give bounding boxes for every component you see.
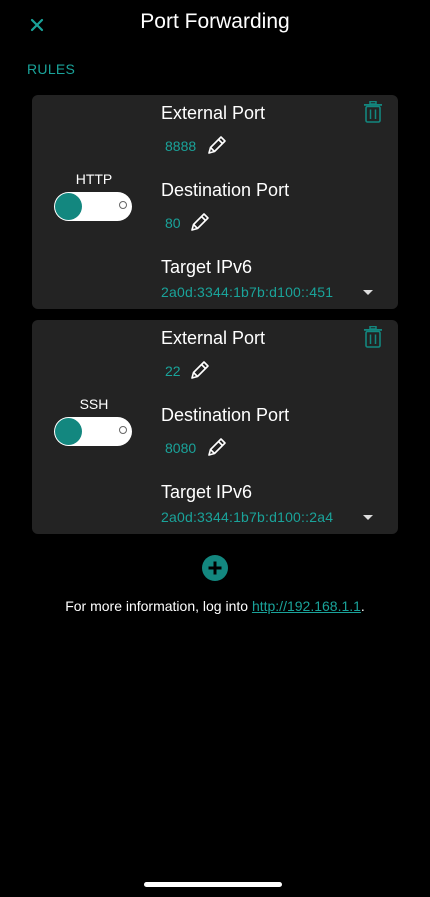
plus-icon [208,561,222,575]
edit-pencil-icon[interactable] [189,359,211,381]
toggle-knob [55,193,82,220]
chevron-down-icon [363,290,373,295]
target-ipv6-value: 2a0d:3344:1b7b:d100::451 [161,284,334,300]
home-indicator[interactable] [144,882,282,887]
target-ipv6-value: 2a0d:3344:1b7b:d100::2a4 [161,509,334,525]
rule-enabled-toggle[interactable] [54,417,132,446]
rule-name: SSH [79,396,109,412]
delete-rule-icon[interactable] [363,101,383,123]
chevron-down-icon [363,515,373,520]
info-prefix: For more information, log into [65,598,252,614]
edit-pencil-icon[interactable] [206,134,228,156]
top-bar: Port Forwarding [0,0,430,50]
destination-port-label: Destination Port [161,180,290,200]
destination-port-value: 80 [165,215,181,231]
destination-port-label: Destination Port [161,405,290,425]
toggle-knob [55,418,82,445]
info-text: For more information, log into http://19… [0,598,430,614]
destination-port-value: 8080 [165,440,197,456]
external-port-label: External Port [161,328,266,348]
edit-pencil-icon[interactable] [206,436,228,458]
target-ipv6-label: Target IPv6 [161,482,253,502]
rule-name: HTTP [75,171,113,187]
toggle-off-indicator [119,426,127,434]
toggle-off-indicator [119,201,127,209]
edit-pencil-icon[interactable] [189,211,211,233]
rule-card-http: HTTP External Port 8888 Destination Port… [32,95,398,309]
add-rule-button[interactable] [202,555,228,581]
info-suffix: . [360,598,365,614]
target-ipv6-dropdown[interactable]: 2a0d:3344:1b7b:d100::451 [161,284,381,304]
external-port-value: 22 [165,363,181,379]
rules-section-label: RULES [27,61,76,77]
rule-card-ssh: SSH External Port 22 Destination Port 80… [32,320,398,534]
rule-enabled-toggle[interactable] [54,192,132,221]
router-admin-link[interactable]: http://192.168.1.1 [252,598,361,614]
external-port-label: External Port [161,103,266,123]
page-title: Port Forwarding [140,10,290,33]
target-ipv6-label: Target IPv6 [161,257,253,277]
target-ipv6-dropdown[interactable]: 2a0d:3344:1b7b:d100::2a4 [161,509,381,529]
delete-rule-icon[interactable] [363,326,383,348]
external-port-value: 8888 [165,138,197,154]
